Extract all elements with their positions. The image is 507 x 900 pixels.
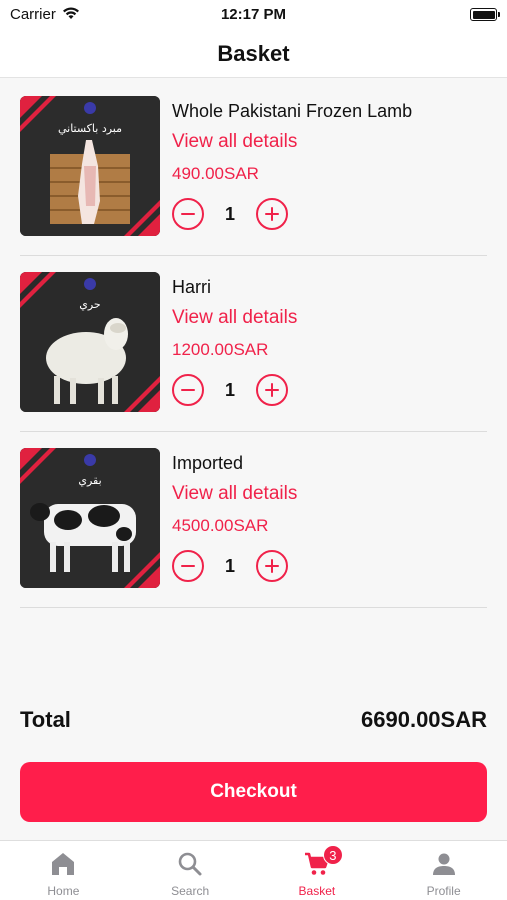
product-price: 490.00SAR xyxy=(172,164,259,183)
view-details-link[interactable]: View all details xyxy=(172,302,487,334)
quantity-stepper: 1 xyxy=(172,194,487,234)
increase-quantity-button[interactable] xyxy=(256,198,288,230)
clock: 12:17 PM xyxy=(220,6,287,23)
product-image-imported[interactable]: بقري xyxy=(20,448,160,588)
tab-label: Basket xyxy=(298,884,336,898)
tab-profile[interactable]: Profile xyxy=(380,841,507,900)
minus-icon xyxy=(181,212,195,215)
tab-search[interactable]: Search xyxy=(127,841,254,900)
view-details-link[interactable]: View all details xyxy=(172,478,487,510)
total-label: Total xyxy=(20,707,71,732)
decrease-quantity-button[interactable] xyxy=(172,550,204,582)
tab-label: Home xyxy=(47,884,80,898)
item-info: Harri View all details 1200.00SAR 1 xyxy=(172,274,487,410)
basket-item: بقري Imported View all details 4500.00SA… xyxy=(20,432,487,608)
product-name: Harri xyxy=(172,277,211,297)
total-row: Total 6690.00SAR xyxy=(20,704,487,736)
basket-list: مبرد باكستاني Whole Pakistani Frozen Lam… xyxy=(20,80,487,608)
battery-icon xyxy=(470,8,500,21)
profile-icon xyxy=(432,853,455,875)
product-name: Imported xyxy=(172,453,244,473)
view-details-link[interactable]: View all details xyxy=(172,126,487,158)
nav-header: Basket xyxy=(0,30,507,78)
product-price: 1200.00SAR xyxy=(172,340,269,359)
tab-label: Search xyxy=(171,884,210,898)
basket-item: مبرد باكستاني Whole Pakistani Frozen Lam… xyxy=(20,80,487,256)
image-caption: مبرد باكستاني xyxy=(58,122,122,135)
minus-icon xyxy=(181,564,195,567)
checkout-button[interactable]: Checkout xyxy=(20,762,487,822)
product-image-harri[interactable]: حري xyxy=(20,272,160,412)
product-name: Whole Pakistani Frozen Lamb xyxy=(172,101,413,121)
search-icon xyxy=(178,852,202,876)
product-price: 4500.00SAR xyxy=(172,516,269,535)
tab-bar: Home Search 3 Basket Profile xyxy=(0,840,507,900)
product-image-frozen-lamb[interactable]: مبرد باكستاني xyxy=(20,96,160,236)
basket-item: حري Harri View all details 1200.00SAR 1 xyxy=(20,256,487,432)
tab-basket[interactable]: 3 Basket xyxy=(254,841,381,900)
increase-quantity-button[interactable] xyxy=(256,550,288,582)
status-bar: Carrier 12:17 PM xyxy=(0,0,507,30)
cart-count-badge: 3 xyxy=(322,845,343,865)
tab-home[interactable]: Home xyxy=(0,841,127,900)
minus-icon xyxy=(181,388,195,391)
tab-label: Profile xyxy=(426,884,461,898)
decrease-quantity-button[interactable] xyxy=(172,374,204,406)
image-caption: بقري xyxy=(78,474,101,487)
quantity-value: 1 xyxy=(224,555,235,576)
total-value: 6690.00SAR xyxy=(361,707,487,732)
item-info: Whole Pakistani Frozen Lamb View all det… xyxy=(172,98,487,234)
quantity-value: 1 xyxy=(224,379,235,400)
decrease-quantity-button[interactable] xyxy=(172,198,204,230)
quantity-value: 1 xyxy=(224,203,235,224)
home-icon xyxy=(52,853,75,875)
item-info: Imported View all details 4500.00SAR 1 xyxy=(172,450,487,586)
quantity-stepper: 1 xyxy=(172,546,487,586)
page-title: Basket xyxy=(217,40,290,66)
increase-quantity-button[interactable] xyxy=(256,374,288,406)
quantity-stepper: 1 xyxy=(172,370,487,410)
image-caption: حري xyxy=(79,298,100,311)
